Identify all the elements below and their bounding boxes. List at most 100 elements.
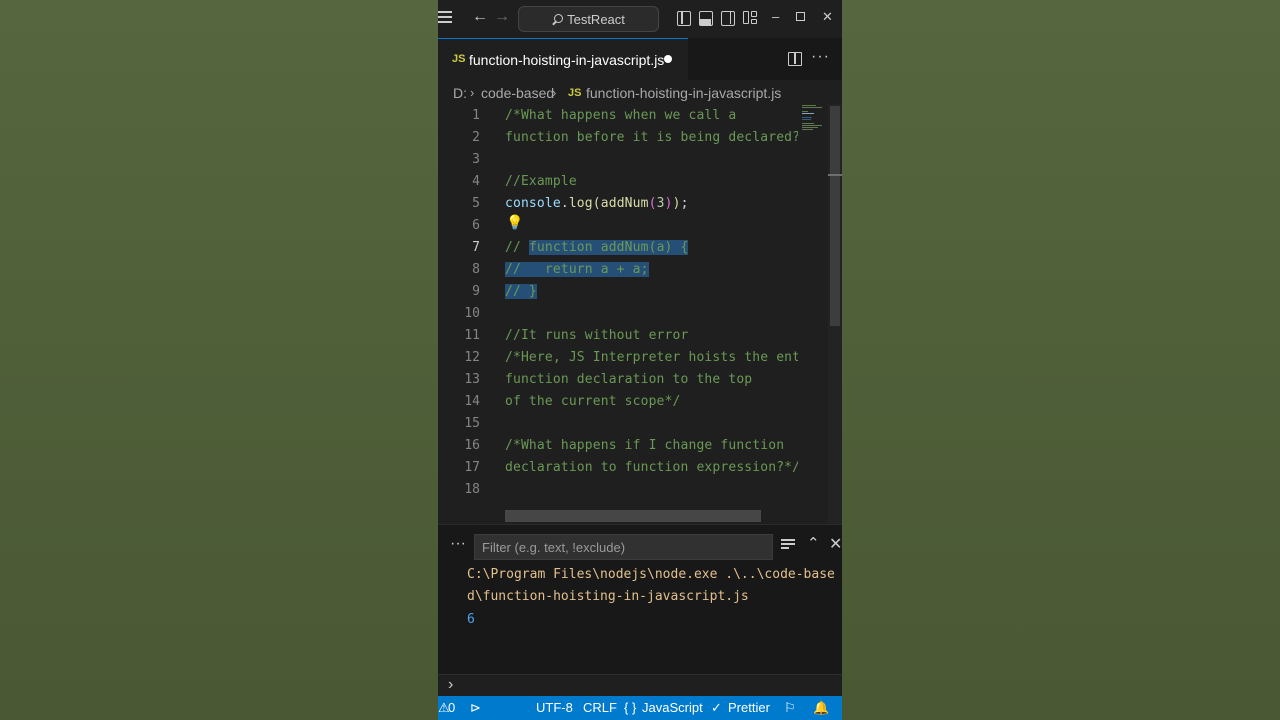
breadcrumb: D: › code-based › JS function-hoisting-i…	[438, 82, 842, 104]
close-window-icon[interactable]: ✕	[822, 10, 833, 24]
editor-tab-bar: JS function-hoisting-in-javascript.js ··…	[438, 38, 842, 80]
feedback-icon[interactable]: ⚐	[784, 700, 796, 716]
lightbulb-quick-fix-icon[interactable]: 💡	[506, 214, 523, 231]
code-text: of the current scope*/	[505, 394, 681, 409]
code-text: /*What happens when we call a	[505, 108, 737, 123]
line-number: 11	[464, 328, 480, 343]
braces-icon: { }	[624, 700, 637, 715]
toggle-primary-sidebar-icon[interactable]	[677, 11, 691, 26]
line-number: 18	[464, 482, 480, 497]
code-line-active[interactable]: 7 // function addNum(a) {	[438, 237, 798, 259]
tab-active-file[interactable]: JS function-hoisting-in-javascript.js	[438, 38, 688, 80]
line-number: 5	[472, 196, 480, 211]
selected-text: // return a + a;	[505, 262, 649, 277]
line-number: 14	[464, 394, 480, 409]
javascript-file-icon: JS	[568, 87, 582, 99]
line-number: 15	[464, 416, 480, 431]
code-text: //Example	[505, 174, 577, 189]
breadcrumb-drive[interactable]: D:	[453, 85, 467, 101]
breadcrumb-file[interactable]: function-hoisting-in-javascript.js	[586, 85, 781, 101]
output-line: C:\Program Files\nodejs\node.exe .\..\co…	[467, 567, 835, 582]
token-paren: )	[664, 196, 673, 211]
code-line[interactable]: 16 /*What happens if I change function	[438, 435, 798, 457]
language-mode[interactable]: JavaScript	[642, 700, 703, 715]
line-number: 2	[472, 130, 480, 145]
code-line[interactable]: 18	[438, 479, 798, 501]
toggle-secondary-sidebar-icon[interactable]	[721, 11, 735, 26]
code-line[interactable]: 17 declaration to function expression?*/	[438, 457, 801, 479]
formatter-indicator[interactable]: Prettier	[728, 700, 770, 715]
line-number: 9	[472, 284, 480, 299]
token-paren: (	[648, 196, 657, 211]
code-line[interactable]: 10	[438, 303, 798, 325]
code-line[interactable]: 12 /*Here, JS Interpreter hoists the ent…	[438, 347, 808, 369]
scrollbar-thumb[interactable]	[830, 106, 840, 326]
code-text: function before it is being declared?*	[505, 130, 809, 145]
more-actions-icon[interactable]: ···	[811, 48, 830, 66]
code-line[interactable]: 13 function declaration to the top	[438, 369, 798, 391]
vertical-scrollbar[interactable]	[828, 104, 842, 524]
minimap[interactable]	[798, 104, 828, 524]
eol-indicator[interactable]: CRLF	[583, 700, 617, 715]
customize-layout-icon[interactable]	[743, 11, 757, 26]
code-line[interactable]: 15	[438, 413, 798, 435]
token-function-call: addNum	[600, 196, 649, 211]
chevron-up-icon[interactable]: ⌃	[807, 534, 820, 552]
maximize-window-icon[interactable]	[796, 12, 805, 21]
code-text: declaration to function expression?*/	[505, 460, 801, 475]
terminal-input-row[interactable]: ›	[438, 674, 842, 696]
code-text: function declaration to the top	[505, 372, 753, 387]
selected-text: function addNum(a) {	[528, 240, 689, 255]
line-number: 6	[472, 218, 480, 233]
clear-output-icon[interactable]	[781, 539, 795, 551]
token-function: log	[568, 196, 593, 211]
code-editor[interactable]: 1 /*What happens when we call a 2 functi…	[438, 104, 842, 524]
code-line[interactable]: 9 // }	[438, 281, 798, 303]
hamburger-menu-icon[interactable]	[438, 11, 452, 23]
chevron-right-icon: ›	[448, 676, 454, 693]
code-line[interactable]: 4 //Example	[438, 171, 798, 193]
debug-icon[interactable]: ⊳	[470, 700, 481, 716]
token-semicolon: ;	[680, 196, 689, 211]
code-text-prefix: //	[505, 240, 529, 255]
token-number: 3	[656, 196, 665, 211]
vscode-window: ← → TestReact – ✕ JS function-hoisting-i…	[438, 0, 842, 720]
chevron-right-icon: ›	[552, 85, 557, 100]
code-text: console.log(addNum(3));	[505, 196, 689, 211]
command-center-label: TestReact	[567, 11, 625, 27]
unsaved-changes-dot-icon[interactable]	[664, 55, 672, 63]
code-line[interactable]: 3	[438, 149, 798, 171]
line-number: 12	[464, 350, 480, 365]
check-icon: ✓	[711, 700, 722, 715]
bell-icon[interactable]: 🔔	[813, 700, 829, 716]
tab-label: function-hoisting-in-javascript.js	[469, 52, 665, 68]
code-line[interactable]: 8 // return a + a;	[438, 259, 798, 281]
more-actions-icon[interactable]: ···	[450, 535, 466, 553]
output-result: 6	[467, 612, 475, 627]
breadcrumb-folder[interactable]: code-based	[481, 85, 554, 101]
back-arrow-icon[interactable]: ←	[472, 9, 488, 25]
toggle-panel-icon[interactable]	[699, 11, 713, 26]
code-line[interactable]: 6	[438, 215, 798, 237]
code-line[interactable]: 11 //It runs without error	[438, 325, 798, 347]
horizontal-scrollbar[interactable]	[505, 510, 761, 522]
close-panel-icon[interactable]: ✕	[829, 534, 842, 554]
encoding-indicator[interactable]: UTF-8	[536, 700, 573, 715]
minimize-window-icon[interactable]: –	[772, 10, 779, 24]
output-line: d\function-hoisting-in-javascript.js	[467, 589, 749, 604]
code-line[interactable]: 5 console.log(addNum(3));	[438, 193, 798, 215]
split-editor-icon[interactable]	[788, 52, 802, 66]
filter-input[interactable]	[474, 534, 773, 560]
search-icon	[552, 13, 564, 25]
code-line[interactable]: 1 /*What happens when we call a	[438, 105, 798, 127]
command-center-search[interactable]: TestReact	[518, 6, 659, 32]
forward-arrow-icon[interactable]: →	[494, 9, 510, 25]
problems-count[interactable]: 0	[448, 700, 455, 715]
line-number: 10	[464, 306, 480, 321]
output-panel: ··· ⌃ ✕ C:\Program Files\nodejs\node.exe…	[438, 524, 842, 674]
scrollbar-position-marker	[828, 174, 842, 176]
code-line[interactable]: 2 function before it is being declared?*	[438, 127, 808, 149]
selected-text: // }	[505, 284, 537, 299]
token-dot: .	[560, 196, 569, 211]
code-line[interactable]: 14 of the current scope*/	[438, 391, 798, 413]
